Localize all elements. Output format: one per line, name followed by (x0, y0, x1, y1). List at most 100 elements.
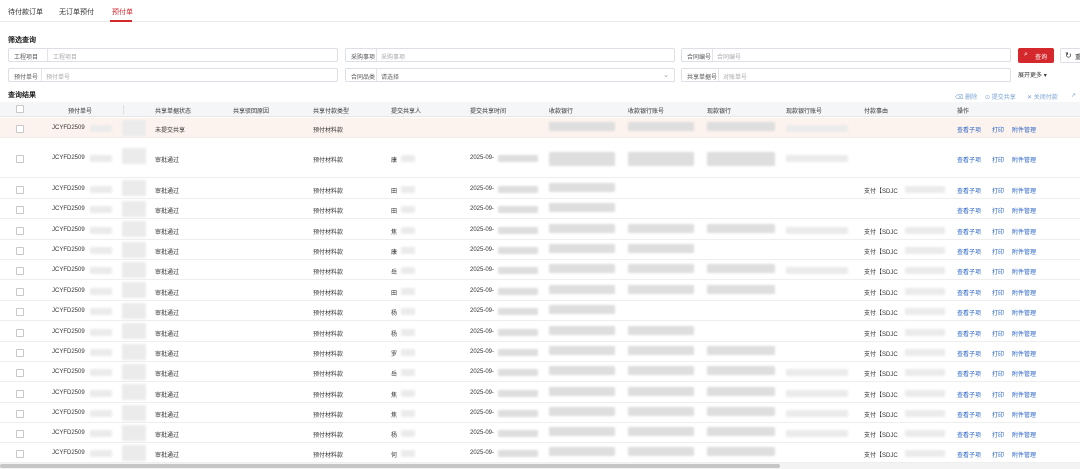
row-checkbox[interactable] (16, 247, 24, 255)
col-pay-type[interactable]: 共享付款类型 (313, 106, 349, 115)
project-field[interactable]: 工程项目 工程项目 (8, 48, 338, 62)
print-link[interactable]: 打印 (992, 186, 1004, 195)
view-subitems-link[interactable]: 查看子项 (957, 267, 981, 276)
attachment-manage-link[interactable]: 附件管理 (1012, 267, 1036, 276)
col-cash-bank[interactable]: 现款银行 (707, 106, 731, 115)
col-pay-reason[interactable]: 付款事由 (864, 106, 888, 115)
col-share-status[interactable]: 共享单据状态 (155, 106, 191, 115)
view-subitems-link[interactable]: 查看子项 (957, 155, 981, 164)
row-checkbox[interactable] (16, 430, 24, 438)
view-subitems-link[interactable]: 查看子项 (957, 125, 981, 134)
contract-category-select[interactable]: 合同品类 请选择 ⌄ (345, 68, 675, 82)
col-prepay-no[interactable]: 预付单号 (68, 106, 92, 115)
table-row[interactable]: JCYFD2509 未提交共享 预付材料款 查看子项 打印 附件管理 (0, 118, 1080, 138)
attachment-manage-link[interactable]: 附件管理 (1012, 329, 1036, 338)
attachment-manage-link[interactable]: 附件管理 (1012, 349, 1036, 358)
view-subitems-link[interactable]: 查看子项 (957, 247, 981, 256)
attachment-manage-link[interactable]: 附件管理 (1012, 288, 1036, 297)
attachment-manage-link[interactable]: 附件管理 (1012, 125, 1036, 134)
table-row[interactable]: JCYFD2509 审批通过 预付材料款 岳 2025-09- 支付【SDJC 查看子项 打印… (0, 362, 1080, 382)
row-checkbox[interactable] (16, 186, 24, 194)
print-link[interactable]: 打印 (992, 430, 1004, 439)
select-all-checkbox[interactable] (16, 105, 24, 113)
print-link[interactable]: 打印 (992, 450, 1004, 459)
row-checkbox[interactable] (16, 369, 24, 377)
row-checkbox[interactable] (16, 329, 24, 337)
view-subitems-link[interactable]: 查看子项 (957, 430, 981, 439)
view-subitems-link[interactable]: 查看子项 (957, 450, 981, 459)
purchase-item-field[interactable]: 采购事项 采购事项 (345, 48, 675, 62)
table-row[interactable]: JCYFD2509 审批通过 预付材料款 焦 2025-09- 支付【SDJC 查看子项 打印… (0, 403, 1080, 423)
view-subitems-link[interactable]: 查看子项 (957, 369, 981, 378)
print-link[interactable]: 打印 (992, 349, 1004, 358)
print-link[interactable]: 打印 (992, 227, 1004, 236)
print-link[interactable]: 打印 (992, 206, 1004, 215)
attachment-manage-link[interactable]: 附件管理 (1012, 155, 1036, 164)
print-link[interactable]: 打印 (992, 308, 1004, 317)
print-link[interactable]: 打印 (992, 288, 1004, 297)
table-row[interactable]: JCYFD2509 审批通过 预付材料款 田 2025-09- 支付【SDJC 查看子项 打印… (0, 178, 1080, 199)
delete-button[interactable]: ⌫ 删除 (955, 92, 977, 101)
col-payee-bank[interactable]: 收款银行 (549, 106, 573, 115)
attachment-manage-link[interactable]: 附件管理 (1012, 186, 1036, 195)
tab-prepay-bill[interactable]: 预付单 (112, 7, 133, 17)
scrollbar-thumb[interactable] (0, 464, 780, 468)
row-checkbox[interactable] (16, 450, 24, 458)
attachment-manage-link[interactable]: 附件管理 (1012, 247, 1036, 256)
view-subitems-link[interactable]: 查看子项 (957, 410, 981, 419)
query-button[interactable]: ⌕ 查询 (1018, 48, 1054, 63)
print-link[interactable]: 打印 (992, 390, 1004, 399)
prepay-no-field[interactable]: 预付单号 预付单号 (8, 68, 338, 82)
horizontal-scrollbar[interactable] (0, 463, 1080, 469)
table-row[interactable]: JCYFD2509 审批通过 预付材料款 岳 2025-09- 支付【SDJC 查看子项 打印… (0, 260, 1080, 280)
print-link[interactable]: 打印 (992, 267, 1004, 276)
print-link[interactable]: 打印 (992, 125, 1004, 134)
close-payment-button[interactable]: ✕ 关闭付款 (1027, 92, 1058, 101)
row-checkbox[interactable] (16, 155, 24, 163)
table-row[interactable]: JCYFD2509 审批通过 预付材料款 焦 2025-09- 支付【SDJC 查看子项 打印… (0, 219, 1080, 240)
row-checkbox[interactable] (16, 308, 24, 316)
view-subitems-link[interactable]: 查看子项 (957, 349, 981, 358)
print-link[interactable]: 打印 (992, 410, 1004, 419)
table-row[interactable]: JCYFD2509 审批通过 预付材料款 焦 2025-09- 支付【SDJC 查看子项 打印… (0, 382, 1080, 403)
contract-no-field[interactable]: 合同编号 合同编号 (681, 48, 1011, 62)
row-checkbox[interactable] (16, 227, 24, 235)
attachment-manage-link[interactable]: 附件管理 (1012, 227, 1036, 236)
table-row[interactable]: JCYFD2509 审批通过 预付材料款 罗 2025-09- 支付【SDJC 查看子项 打印… (0, 342, 1080, 362)
print-link[interactable]: 打印 (992, 247, 1004, 256)
table-row[interactable]: JCYFD2509 审批通过 预付材料款 杨 2025-09- 支付【SDJC 查看子项 打印… (0, 301, 1080, 321)
view-subitems-link[interactable]: 查看子项 (957, 329, 981, 338)
reset-button[interactable]: ↻ 重 (1060, 48, 1080, 63)
view-subitems-link[interactable]: 查看子项 (957, 390, 981, 399)
row-checkbox[interactable] (16, 125, 24, 133)
view-subitems-link[interactable]: 查看子项 (957, 308, 981, 317)
view-subitems-link[interactable]: 查看子项 (957, 288, 981, 297)
col-payee-account[interactable]: 收款银行账号 (628, 106, 664, 115)
table-row[interactable]: JCYFD2509 审批通过 预付材料款 康 2025-09- 查看子项 打印 附件管理 (0, 138, 1080, 178)
row-checkbox[interactable] (16, 410, 24, 418)
row-checkbox[interactable] (16, 390, 24, 398)
tab-pending-orders[interactable]: 待付款订单 (8, 7, 43, 17)
view-subitems-link[interactable]: 查看子项 (957, 206, 981, 215)
attachment-manage-link[interactable]: 附件管理 (1012, 450, 1036, 459)
table-row[interactable]: JCYFD2509 审批通过 预付材料款 杨 2025-09- 支付【SDJC 查看子项 打印… (0, 321, 1080, 342)
attachment-manage-link[interactable]: 附件管理 (1012, 369, 1036, 378)
print-link[interactable]: 打印 (992, 155, 1004, 164)
col-reject-reason[interactable]: 共享驳回原因 (233, 106, 269, 115)
col-submit-time[interactable]: 提交共享时间 (470, 106, 506, 115)
table-row[interactable]: JCYFD2509 审批通过 预付材料款 何 2025-09- 支付【SDJC 查看子项 打印… (0, 443, 1080, 463)
attachment-manage-link[interactable]: 附件管理 (1012, 206, 1036, 215)
expand-more-link[interactable]: 展开更多 ▾ (1018, 70, 1047, 79)
col-cash-account[interactable]: 现款银行账号 (786, 106, 822, 115)
attachment-manage-link[interactable]: 附件管理 (1012, 308, 1036, 317)
view-subitems-link[interactable]: 查看子项 (957, 227, 981, 236)
table-row[interactable]: JCYFD2509 审批通过 预付材料款 杨 2025-09- 支付【SDJC 查看子项 打印… (0, 423, 1080, 443)
row-checkbox[interactable] (16, 349, 24, 357)
table-row[interactable]: JCYFD2509 审批通过 预付材料款 田 2025-09- 支付【SDJC 查看子项 打印… (0, 280, 1080, 301)
print-link[interactable]: 打印 (992, 369, 1004, 378)
print-link[interactable]: 打印 (992, 329, 1004, 338)
attachment-manage-link[interactable]: 附件管理 (1012, 390, 1036, 399)
table-row[interactable]: JCYFD2509 审批通过 预付材料款 田 2025-09- 查看子项 打印 附件管理 (0, 199, 1080, 219)
external-link-icon[interactable]: ↗ (1071, 92, 1076, 99)
share-doc-no-field[interactable]: 共享单据号 对账单号 (681, 68, 1011, 82)
